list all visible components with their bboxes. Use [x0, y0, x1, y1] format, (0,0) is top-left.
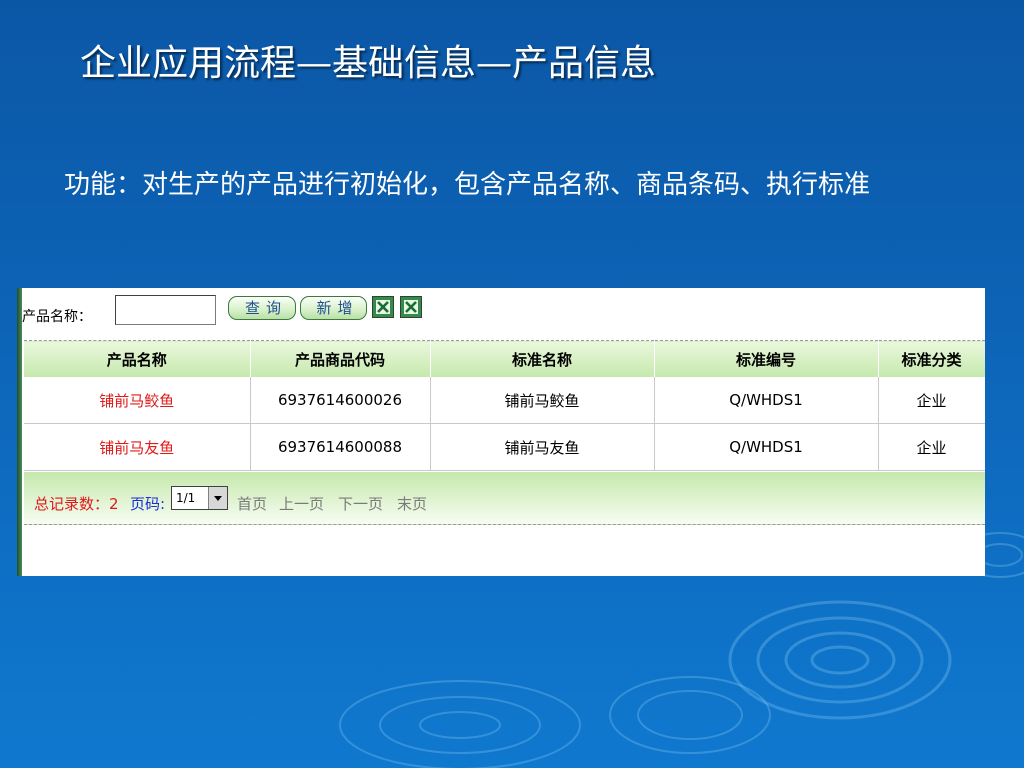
table-row: 铺前马友鱼 6937614600088 铺前马友鱼 Q/WHDS1 企业: [24, 423, 985, 471]
excel-import-icon[interactable]: [400, 296, 422, 318]
column-header-product-name: 产品名称: [24, 340, 251, 377]
prev-page-link[interactable]: 上一页: [279, 493, 324, 514]
page-select-value: 1/1: [176, 491, 196, 505]
slide-title: 企业应用流程—基础信息—产品信息: [80, 43, 657, 84]
product-info-screenshot: 产品名称： 查询 新增 产品名称 产品商品代码 标准名称 标准编号 标准分类 铺…: [17, 288, 985, 576]
slide-description: 功能：对生产的产品进行初始化，包含产品名称、商品条码、执行标准: [64, 170, 871, 200]
standard-name-cell: 铺前马友鱼: [430, 423, 655, 471]
column-header-standard-number: 标准编号: [654, 340, 879, 377]
standard-number-cell: Q/WHDS1: [654, 377, 879, 424]
standard-number-cell: Q/WHDS1: [654, 423, 879, 471]
add-button[interactable]: 新增: [300, 296, 367, 320]
product-name-link[interactable]: 铺前马鲛鱼: [24, 377, 251, 424]
column-header-product-code: 产品商品代码: [250, 340, 431, 377]
last-page-link[interactable]: 末页: [397, 493, 427, 514]
first-page-link[interactable]: 首页: [237, 493, 267, 514]
pagination-bar: 总记录数：2 页码: 1/1 首页 上一页 下一页 末页: [24, 472, 985, 525]
standard-category-cell: 企业: [878, 377, 985, 424]
page-select[interactable]: 1/1: [171, 486, 228, 510]
chevron-down-icon[interactable]: [208, 487, 227, 509]
standard-category-cell: 企业: [878, 423, 985, 471]
next-page-link[interactable]: 下一页: [338, 493, 383, 514]
product-name-label: 产品名称：: [22, 309, 92, 325]
column-header-standard-category: 标准分类: [878, 340, 985, 377]
page-number-label: 页码:: [130, 495, 166, 513]
search-bar: 产品名称： 查询 新增: [22, 288, 985, 336]
product-code-cell: 6937614600026: [250, 377, 431, 424]
standard-name-cell: 铺前马鲛鱼: [430, 377, 655, 424]
table-header-row: 产品名称 产品商品代码 标准名称 标准编号 标准分类: [24, 340, 985, 377]
product-code-cell: 6937614600088: [250, 423, 431, 471]
product-name-input[interactable]: [115, 295, 216, 325]
product-name-link[interactable]: 铺前马友鱼: [24, 423, 251, 471]
product-table: 产品名称 产品商品代码 标准名称 标准编号 标准分类 铺前马鲛鱼 6937614…: [24, 340, 985, 471]
query-button[interactable]: 查询: [228, 296, 296, 320]
total-records: 总记录数：2: [34, 495, 119, 513]
table-row: 铺前马鲛鱼 6937614600026 铺前马鲛鱼 Q/WHDS1 企业: [24, 377, 985, 424]
excel-export-icon[interactable]: [372, 296, 394, 318]
column-header-standard-name: 标准名称: [430, 340, 655, 377]
